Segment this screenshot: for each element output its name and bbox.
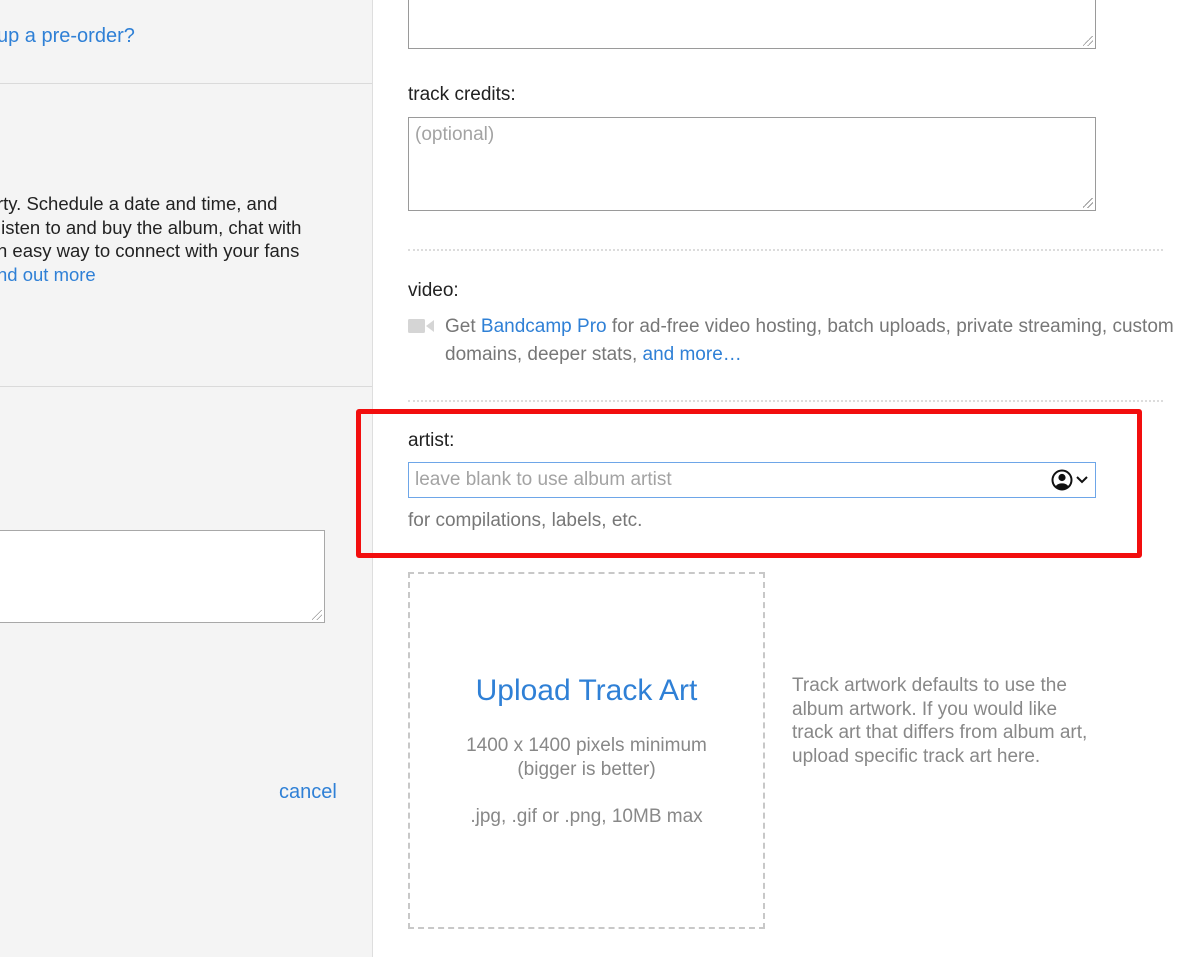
artist-label: artist:: [408, 430, 455, 451]
resize-grip-icon[interactable]: [1083, 198, 1093, 208]
video-upsell-text: Get Bandcamp Pro for ad-free video hosti…: [445, 313, 1185, 369]
left-pane: up a pre-order? rty. Schedule a date and…: [0, 0, 373, 957]
video-label: video:: [408, 280, 459, 301]
upload-size-requirements: 1400 x 1400 pixels minimum (bigger is be…: [410, 734, 763, 782]
video-camera-icon: [408, 319, 434, 333]
listening-party-description: rty. Schedule a date and time, and liste…: [0, 192, 301, 286]
upload-track-art-link[interactable]: Upload Track Art: [410, 674, 763, 708]
description-line: rty. Schedule a date and time, and: [0, 193, 278, 214]
preorder-link[interactable]: up a pre-order?: [0, 25, 135, 48]
left-textarea[interactable]: [0, 530, 325, 623]
track-edit-pane: track credits: (optional) video: Get Ban…: [356, 0, 1200, 957]
track-credits-label: track credits:: [408, 84, 516, 105]
video-text-start: Get: [445, 316, 481, 337]
description-line: listen to and buy the album, chat with: [0, 216, 302, 238]
artist-picker-button[interactable]: [1047, 466, 1093, 494]
upload-size-line: (bigger is better): [517, 759, 656, 780]
find-out-more-link[interactable]: nd out more: [0, 264, 96, 285]
track-art-note: Track artwork defaults to use the album …: [792, 675, 1088, 767]
track-credits-textarea[interactable]: (optional): [408, 117, 1096, 211]
description-line: n easy way to connect with your fans: [0, 240, 300, 261]
section-divider: [408, 400, 1163, 402]
left-divider: [0, 83, 372, 84]
upload-formats: .jpg, .gif or .png, 10MB max: [470, 806, 703, 827]
resize-grip-icon[interactable]: [1083, 36, 1093, 46]
user-circle-icon: [1051, 469, 1073, 491]
upload-track-art-dropzone[interactable]: Upload Track Art 1400 x 1400 pixels mini…: [408, 572, 765, 929]
upload-size-line: 1400 x 1400 pixels minimum: [466, 735, 707, 756]
bandcamp-pro-link[interactable]: Bandcamp Pro: [481, 316, 607, 337]
left-divider: [0, 386, 372, 387]
artist-help-text: for compilations, labels, etc.: [408, 510, 643, 531]
section-divider: [408, 249, 1163, 251]
chevron-down-icon: [1076, 476, 1088, 484]
and-more-link[interactable]: and more…: [643, 344, 742, 365]
top-textarea[interactable]: [408, 0, 1096, 49]
artist-input[interactable]: [408, 462, 1096, 498]
cancel-link[interactable]: cancel: [279, 781, 337, 804]
resize-grip-icon[interactable]: [312, 610, 322, 620]
track-credits-placeholder: (optional): [415, 124, 495, 145]
